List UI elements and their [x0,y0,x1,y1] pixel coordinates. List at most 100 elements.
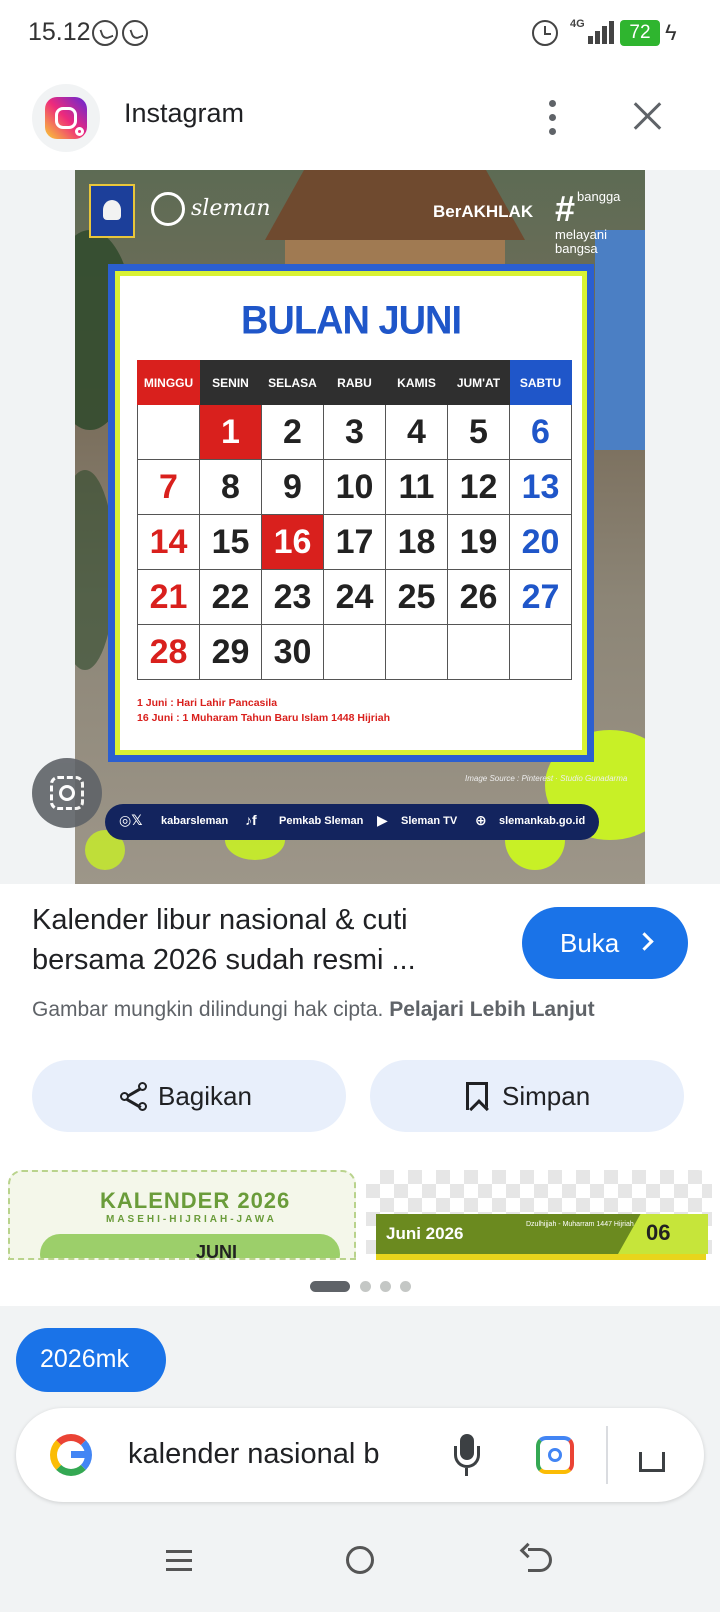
calendar-day [323,624,386,680]
calendar-day: 14 [137,514,200,570]
calendar-day: 15 [199,514,262,570]
calendar-day: 23 [261,569,324,625]
social-handle: kabarsleman [161,815,229,827]
query-chip-label: 2026mk [40,1345,129,1373]
calendar-day: 30 [261,624,324,680]
search-input[interactable]: kalender nasional b [128,1438,412,1471]
google-lens-icon[interactable] [536,1436,574,1474]
calendar-week: 14 15 16 17 18 19 20 [137,514,572,570]
bookmark-icon [466,1082,488,1110]
result-title[interactable]: Kalender libur nasional & cuti bersama 2… [32,900,502,980]
related-number: 06 [646,1220,671,1245]
calendar-day: 29 [199,624,262,680]
related-title: KALENDER 2026 [100,1188,291,1213]
instagram-icon[interactable] [32,84,100,152]
weekday-header: SABTU [509,360,572,405]
calendar-day: 2 [261,404,324,460]
query-chip[interactable]: 2026mk [16,1328,166,1392]
home-icon[interactable] [634,1436,670,1472]
lens-search-button[interactable] [32,758,102,828]
weekday-header: JUM'AT [447,360,510,405]
calendar-day [509,624,572,680]
whatsapp-icon [122,20,148,46]
learn-more-link[interactable]: Pelajari Lebih Lanjut [389,998,594,1021]
save-button[interactable]: Simpan [370,1060,684,1132]
status-bar: 15.12 4G 72 ϟ [0,0,720,68]
source-title[interactable]: Instagram [124,98,244,129]
charging-icon: ϟ [665,20,677,45]
calendar-day: 22 [199,569,262,625]
holiday-note: 16 Juni : 1 Muharam Tahun Baru Islam 144… [137,712,391,724]
calendar-day: 18 [385,514,448,570]
related-subtitle: Dzulhijjah - Muharram 1447 Hijriah [526,1221,634,1228]
calendar-day: 19 [447,514,510,570]
slogan: # bangga melayani bangsa [555,188,621,256]
holiday-notes: 1 Juni : Hari Lahir Pancasila 16 Juni : … [137,696,390,726]
calendar-day: 21 [137,569,200,625]
instagram-x-icon: ◎𝕏 [119,812,143,828]
share-icon [120,1082,150,1112]
calendar-title: BULAN JUNI [240,298,462,344]
weekday-header: KAMIS [385,360,448,405]
calendar-day: 5 [447,404,510,460]
calendar-week: 7 8 9 10 11 12 13 [137,459,572,515]
recent-apps-icon[interactable] [166,1550,192,1572]
lens-icon [59,785,75,801]
battery-level: 72 [629,22,651,43]
google-icon [50,1434,92,1476]
weekday-header: MINGGU [137,360,200,405]
back-icon[interactable] [528,1548,552,1572]
calendar-week: 21 22 23 24 25 26 27 [137,569,572,625]
related-title: Juni 2026 [386,1224,464,1243]
search-panel: 2026mk kalender nasional b [0,1306,720,1514]
related-subtitle: MASEHI-HIJRIAH-JAWA [106,1214,277,1225]
calendar-day: 6 [509,404,572,460]
social-handle: Sleman TV [401,815,458,827]
calendar-week: 28 29 30 [137,624,572,680]
search-bar[interactable]: kalender nasional b [16,1408,704,1502]
weekday-header: SENIN [199,360,262,405]
related-image[interactable]: KALENDER 2026 MASEHI-HIJRIAH-JAWA JUNI [8,1170,356,1260]
social-handle: Pemkab Sleman [279,815,364,827]
sleman-regency-emblem [89,184,135,238]
home-circle-icon[interactable] [346,1546,374,1574]
open-button[interactable]: Buka [522,907,688,979]
calendar-poster: sleman BerAKHLAK # bangga melayani bangs… [75,170,645,884]
sleman-logo-icon [151,192,185,226]
share-button[interactable]: Bagikan [32,1060,346,1132]
related-month: JUNI [196,1242,238,1260]
photo-credit: Image Source : Pinterest · Studio Gunada… [465,774,628,783]
calendar-day: 12 [447,459,510,515]
page-dot [400,1281,411,1292]
calendar-day: 24 [323,569,386,625]
calendar-day: 10 [323,459,386,515]
calendar-day: 3 [323,404,386,460]
calendar-week: 123456 [137,404,572,460]
calendar-card: BULAN JUNI MINGGU SENIN SELASA RABU KAMIS JUM… [108,264,594,762]
social-handle: slemankab.go.id [499,815,586,827]
calendar-day: 1 [199,404,262,460]
chevron-right-icon [635,932,654,951]
calendar-day [137,404,200,460]
calendar-day [385,624,448,680]
image-preview[interactable]: sleman BerAKHLAK # bangga melayani bangs… [0,170,720,884]
calendar-day: 11 [385,459,448,515]
microphone-icon[interactable] [446,1434,488,1480]
calendar-day: 20 [509,514,572,570]
weekday-header: SELASA [261,360,324,405]
weekday-header: RABU [323,360,386,405]
more-options-icon[interactable] [540,98,564,138]
divider [606,1426,608,1484]
calendar-day [447,624,510,680]
calendar-day: 25 [385,569,448,625]
calendar-day: 27 [509,569,572,625]
holiday-note: 1 Juni : Hari Lahir Pancasila [137,697,278,709]
alarm-icon [532,20,558,46]
related-image[interactable]: Juni 2026 Dzulhijjah - Muharram 1447 Hij… [366,1170,712,1260]
calendar-day: 17 [323,514,386,570]
status-time: 15.12 [28,18,91,46]
close-icon[interactable] [628,96,668,136]
tiktok-facebook-icon: ♪f [245,812,257,828]
calendar-day: 16 [261,514,324,570]
signal-icon: 4G [570,18,618,48]
